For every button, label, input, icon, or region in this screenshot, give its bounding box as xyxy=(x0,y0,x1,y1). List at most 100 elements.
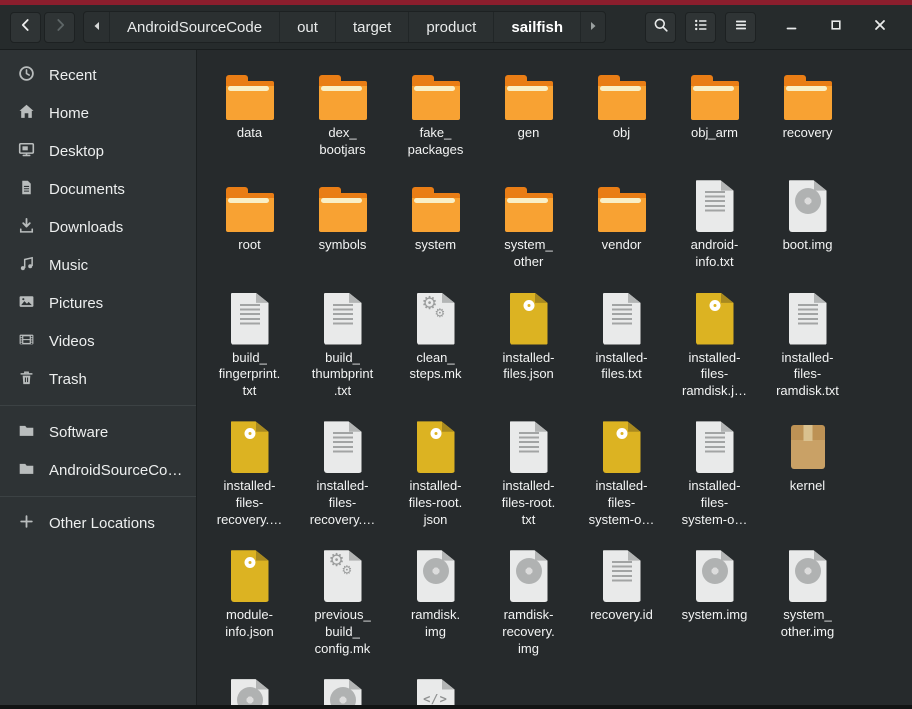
sidebar-devices: SoftwareAndroidSourceCo… xyxy=(0,413,196,489)
sidebar-item-music[interactable]: Music xyxy=(0,246,196,284)
file-name: installed- files- ramdisk.j… xyxy=(682,350,747,400)
file-item[interactable]: installed- files- ramdisk.txt xyxy=(761,283,854,412)
sidebar-item-documents[interactable]: Documents xyxy=(0,170,196,208)
file-item[interactable]: system_ other.img xyxy=(761,540,854,669)
file-item[interactable]: dex_ bootjars xyxy=(296,58,389,170)
file-item[interactable]: root xyxy=(203,170,296,282)
sidebar-item-videos[interactable]: Videos xyxy=(0,322,196,360)
disk-image-icon xyxy=(321,679,365,705)
file-name: fake_ packages xyxy=(408,125,464,158)
sidebar-item-home[interactable]: Home xyxy=(0,94,196,132)
file-item[interactable]: android- info.txt xyxy=(668,170,761,282)
window-bottom-edge xyxy=(0,705,912,709)
sidebar-item-software[interactable]: Software xyxy=(0,413,196,451)
file-item[interactable]: symbols xyxy=(296,170,389,282)
sidebar-item-desktop[interactable]: Desktop xyxy=(0,132,196,170)
file-item[interactable]: recovery xyxy=(761,58,854,170)
folder-icon xyxy=(319,68,367,120)
disk-image-icon xyxy=(786,550,830,602)
hamburger-menu-icon xyxy=(733,17,749,38)
makefile-icon xyxy=(414,293,458,345)
file-name: obj xyxy=(613,125,630,142)
sidebar-item-downloads[interactable]: Downloads xyxy=(0,208,196,246)
binary-file-icon xyxy=(786,421,830,473)
file-item[interactable]: installed- files- ramdisk.j… xyxy=(668,283,761,412)
maximize-button[interactable] xyxy=(814,12,858,43)
breadcrumb-scroll-left-button[interactable] xyxy=(84,12,109,42)
file-name: previous_ build_ config.mk xyxy=(314,607,370,657)
plus-icon xyxy=(18,513,35,534)
clock-icon xyxy=(18,65,35,86)
sidebar-other: Other Locations xyxy=(0,504,196,542)
file-item[interactable]: installed- files-root. json xyxy=(389,411,482,540)
breadcrumb-segment-sailfish[interactable]: sailfish xyxy=(493,12,580,42)
file-pane: data dex_ bootjars fake_ packages gen obj obj… xyxy=(197,50,912,705)
file-item[interactable]: vendor xyxy=(575,170,668,282)
file-name: obj_arm xyxy=(691,125,738,142)
file-item[interactable]: boot.img xyxy=(761,170,854,282)
file-item[interactable]: system xyxy=(389,170,482,282)
file-item[interactable]: installed- files.json xyxy=(482,283,575,412)
file-item[interactable]: fake_ packages xyxy=(389,58,482,170)
file-item[interactable]: installed- files.txt xyxy=(575,283,668,412)
close-button[interactable] xyxy=(858,12,902,43)
file-name: dex_ bootjars xyxy=(319,125,365,158)
file-name: android- info.txt xyxy=(691,237,739,270)
minimize-button[interactable] xyxy=(770,12,814,43)
sidebar-item-other-locations[interactable]: Other Locations xyxy=(0,504,196,542)
json-file-icon xyxy=(228,550,272,602)
close-icon xyxy=(872,17,888,38)
file-item[interactable]: installed- files- system-o… xyxy=(575,411,668,540)
breadcrumb-segment-out[interactable]: out xyxy=(279,12,335,42)
json-file-icon xyxy=(507,293,551,345)
file-item[interactable]: clean_ steps.mk xyxy=(389,283,482,412)
json-file-icon xyxy=(600,421,644,473)
file-item[interactable]: data xyxy=(203,58,296,170)
folder-icon xyxy=(412,180,460,232)
sidebar-item-androidsourceco[interactable]: AndroidSourceCo… xyxy=(0,451,196,489)
file-name: installed- files-root. json xyxy=(409,478,462,528)
breadcrumb-segment-target[interactable]: target xyxy=(335,12,408,42)
minimize-icon xyxy=(784,17,800,38)
file-item[interactable]: vendor.img xyxy=(296,669,389,705)
file-item[interactable]: verified_ assembled _system_ manifest. x… xyxy=(389,669,482,705)
text-file-icon xyxy=(600,550,644,602)
file-item[interactable]: installed- files- recovery.… xyxy=(296,411,389,540)
sidebar-item-recent[interactable]: Recent xyxy=(0,56,196,94)
file-item[interactable]: ramdisk. img xyxy=(389,540,482,669)
sidebar-item-trash[interactable]: Trash xyxy=(0,360,196,398)
file-item[interactable]: kernel xyxy=(761,411,854,540)
file-item[interactable]: installed- files- recovery.… xyxy=(203,411,296,540)
file-item[interactable]: module- info.json xyxy=(203,540,296,669)
folder-icon xyxy=(226,68,274,120)
document-icon xyxy=(18,179,35,200)
file-name: symbols xyxy=(319,237,367,254)
file-item[interactable]: recovery.id xyxy=(575,540,668,669)
sidebar-item-label: Videos xyxy=(49,333,95,350)
file-name: build_ fingerprint. txt xyxy=(219,350,280,400)
file-item[interactable]: installed- files- system-o… xyxy=(668,411,761,540)
file-item[interactable]: ramdisk- recovery. img xyxy=(482,540,575,669)
list-view-button[interactable] xyxy=(685,12,716,43)
file-item[interactable]: system_ other xyxy=(482,170,575,282)
file-item[interactable]: build_ thumbprint .txt xyxy=(296,283,389,412)
breadcrumb-segment-product[interactable]: product xyxy=(408,12,493,42)
sidebar-item-pictures[interactable]: Pictures xyxy=(0,284,196,322)
file-item[interactable]: obj xyxy=(575,58,668,170)
menu-button[interactable] xyxy=(725,12,756,43)
file-item[interactable]: userdata. img xyxy=(203,669,296,705)
search-button[interactable] xyxy=(645,12,676,43)
file-item[interactable]: gen xyxy=(482,58,575,170)
file-name: installed- files.json xyxy=(502,350,554,383)
breadcrumb-scroll-right-button[interactable] xyxy=(580,12,605,42)
forward-button[interactable] xyxy=(44,12,75,43)
file-item[interactable]: installed- files-root. txt xyxy=(482,411,575,540)
film-icon xyxy=(18,331,35,352)
file-item[interactable]: build_ fingerprint. txt xyxy=(203,283,296,412)
file-item[interactable]: obj_arm xyxy=(668,58,761,170)
breadcrumb-segment-androidsourcecode[interactable]: AndroidSourceCode xyxy=(109,12,279,42)
back-button[interactable] xyxy=(10,12,41,43)
file-name: recovery xyxy=(783,125,833,142)
file-item[interactable]: previous_ build_ config.mk xyxy=(296,540,389,669)
file-item[interactable]: system.img xyxy=(668,540,761,669)
